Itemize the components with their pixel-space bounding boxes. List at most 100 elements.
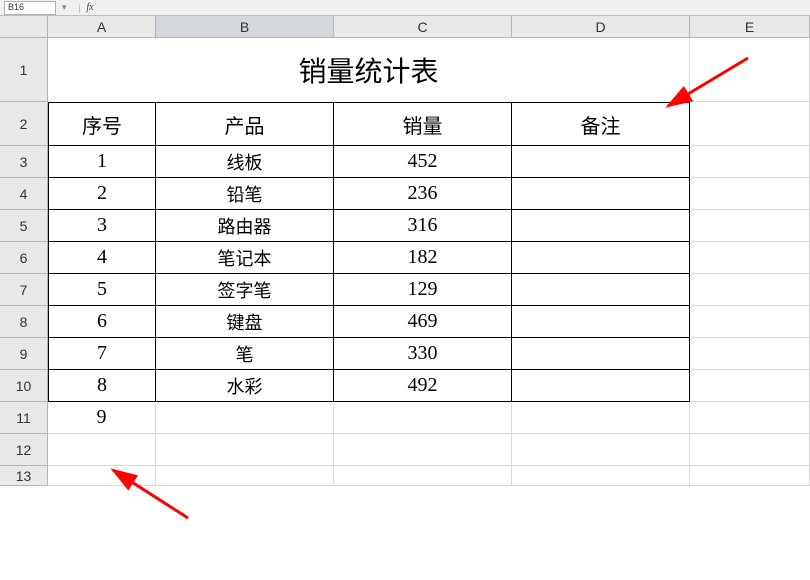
cell-remark[interactable] bbox=[512, 370, 690, 402]
cell-product[interactable]: 水彩 bbox=[156, 370, 334, 402]
cell-A12[interactable] bbox=[48, 434, 156, 466]
row-1: 销量统计表 bbox=[48, 38, 810, 102]
cell-seq[interactable]: 4 bbox=[48, 242, 156, 274]
table-row: 5 签字笔 129 bbox=[48, 274, 810, 306]
cell-sales[interactable]: 236 bbox=[334, 178, 512, 210]
col-header-E[interactable]: E bbox=[690, 16, 810, 38]
cell-product[interactable]: 线板 bbox=[156, 146, 334, 178]
row-headers: 1 2 3 4 5 6 7 8 9 10 11 12 13 bbox=[0, 38, 48, 486]
cell-sales[interactable]: 469 bbox=[334, 306, 512, 338]
cell-product[interactable]: 笔记本 bbox=[156, 242, 334, 274]
row-header-12[interactable]: 12 bbox=[0, 434, 48, 466]
cell-E10[interactable] bbox=[690, 370, 810, 402]
row-header-6[interactable]: 6 bbox=[0, 242, 48, 274]
row-header-10[interactable]: 10 bbox=[0, 370, 48, 402]
cell-B11[interactable] bbox=[156, 402, 334, 434]
cell-C12[interactable] bbox=[334, 434, 512, 466]
title-cell[interactable]: 销量统计表 bbox=[48, 38, 690, 102]
column-headers: A B C D E bbox=[0, 16, 810, 38]
cell-seq[interactable]: 3 bbox=[48, 210, 156, 242]
cell-E2[interactable] bbox=[690, 102, 810, 146]
cell-seq[interactable]: 7 bbox=[48, 338, 156, 370]
row-header-13[interactable]: 13 bbox=[0, 466, 48, 486]
header-sales[interactable]: 销量 bbox=[334, 102, 512, 146]
table-row: 1 线板 452 bbox=[48, 146, 810, 178]
row-11: 9 bbox=[48, 402, 810, 434]
cell-E5[interactable] bbox=[690, 210, 810, 242]
col-header-A[interactable]: A bbox=[48, 16, 156, 38]
cell-E13[interactable] bbox=[690, 466, 810, 486]
row-header-2[interactable]: 2 bbox=[0, 102, 48, 146]
cell-E6[interactable] bbox=[690, 242, 810, 274]
cell-seq[interactable]: 6 bbox=[48, 306, 156, 338]
cell-E8[interactable] bbox=[690, 306, 810, 338]
table-row: 7 笔 330 bbox=[48, 338, 810, 370]
cell-product[interactable]: 笔 bbox=[156, 338, 334, 370]
header-product[interactable]: 产品 bbox=[156, 102, 334, 146]
row-header-9[interactable]: 9 bbox=[0, 338, 48, 370]
cell-E7[interactable] bbox=[690, 274, 810, 306]
table-row: 3 路由器 316 bbox=[48, 210, 810, 242]
cell-D13[interactable] bbox=[512, 466, 690, 486]
cell-product[interactable]: 路由器 bbox=[156, 210, 334, 242]
cell-E9[interactable] bbox=[690, 338, 810, 370]
cell-C11[interactable] bbox=[334, 402, 512, 434]
cell-sales[interactable]: 182 bbox=[334, 242, 512, 274]
row-header-4[interactable]: 4 bbox=[0, 178, 48, 210]
dropdown-icon: ▾ bbox=[62, 2, 67, 13]
cell-seq[interactable]: 1 bbox=[48, 146, 156, 178]
row-header-8[interactable]: 8 bbox=[0, 306, 48, 338]
cell-E4[interactable] bbox=[690, 178, 810, 210]
cell-D12[interactable] bbox=[512, 434, 690, 466]
cell-remark[interactable] bbox=[512, 306, 690, 338]
col-header-D[interactable]: D bbox=[512, 16, 690, 38]
cell-remark[interactable] bbox=[512, 178, 690, 210]
cell-seq[interactable]: 8 bbox=[48, 370, 156, 402]
cell-sales[interactable]: 316 bbox=[334, 210, 512, 242]
row-13 bbox=[48, 466, 810, 486]
row-header-3[interactable]: 3 bbox=[0, 146, 48, 178]
cell-B12[interactable] bbox=[156, 434, 334, 466]
cell-remark[interactable] bbox=[512, 242, 690, 274]
formula-bar: B16 ▾ | fx bbox=[0, 0, 810, 16]
cell-sales[interactable]: 129 bbox=[334, 274, 512, 306]
cell-D11[interactable] bbox=[512, 402, 690, 434]
col-header-C[interactable]: C bbox=[334, 16, 512, 38]
cell-product[interactable]: 铅笔 bbox=[156, 178, 334, 210]
col-header-B[interactable]: B bbox=[156, 16, 334, 38]
cell-remark[interactable] bbox=[512, 210, 690, 242]
cell-E1[interactable] bbox=[690, 38, 810, 102]
cell-sales[interactable]: 452 bbox=[334, 146, 512, 178]
cell-C13[interactable] bbox=[334, 466, 512, 486]
separator: | bbox=[79, 3, 81, 13]
row-header-5[interactable]: 5 bbox=[0, 210, 48, 242]
header-seq[interactable]: 序号 bbox=[48, 102, 156, 146]
cell-A13[interactable] bbox=[48, 466, 156, 486]
row-header-11[interactable]: 11 bbox=[0, 402, 48, 434]
row-header-1[interactable]: 1 bbox=[0, 38, 48, 102]
row-header-7[interactable]: 7 bbox=[0, 274, 48, 306]
table-row: 2 铅笔 236 bbox=[48, 178, 810, 210]
cell-B13[interactable] bbox=[156, 466, 334, 486]
table-row: 8 水彩 492 bbox=[48, 370, 810, 402]
header-remark[interactable]: 备注 bbox=[512, 102, 690, 146]
cells-area: 销量统计表 序号 产品 销量 备注 1 线板 452 2 铅笔 bbox=[48, 38, 810, 486]
cell-remark[interactable] bbox=[512, 338, 690, 370]
row-2: 序号 产品 销量 备注 bbox=[48, 102, 810, 146]
cell-seq[interactable]: 5 bbox=[48, 274, 156, 306]
cell-seq[interactable]: 2 bbox=[48, 178, 156, 210]
cell-sales[interactable]: 330 bbox=[334, 338, 512, 370]
name-box[interactable]: B16 bbox=[4, 1, 56, 15]
cell-E12[interactable] bbox=[690, 434, 810, 466]
cell-remark[interactable] bbox=[512, 274, 690, 306]
cell-remark[interactable] bbox=[512, 146, 690, 178]
cell-sales[interactable]: 492 bbox=[334, 370, 512, 402]
row-12 bbox=[48, 434, 810, 466]
cell-A11[interactable]: 9 bbox=[48, 402, 156, 434]
fx-label[interactable]: fx bbox=[86, 2, 93, 13]
cell-product[interactable]: 键盘 bbox=[156, 306, 334, 338]
cell-E11[interactable] bbox=[690, 402, 810, 434]
cell-E3[interactable] bbox=[690, 146, 810, 178]
select-all-corner[interactable] bbox=[0, 16, 48, 38]
cell-product[interactable]: 签字笔 bbox=[156, 274, 334, 306]
